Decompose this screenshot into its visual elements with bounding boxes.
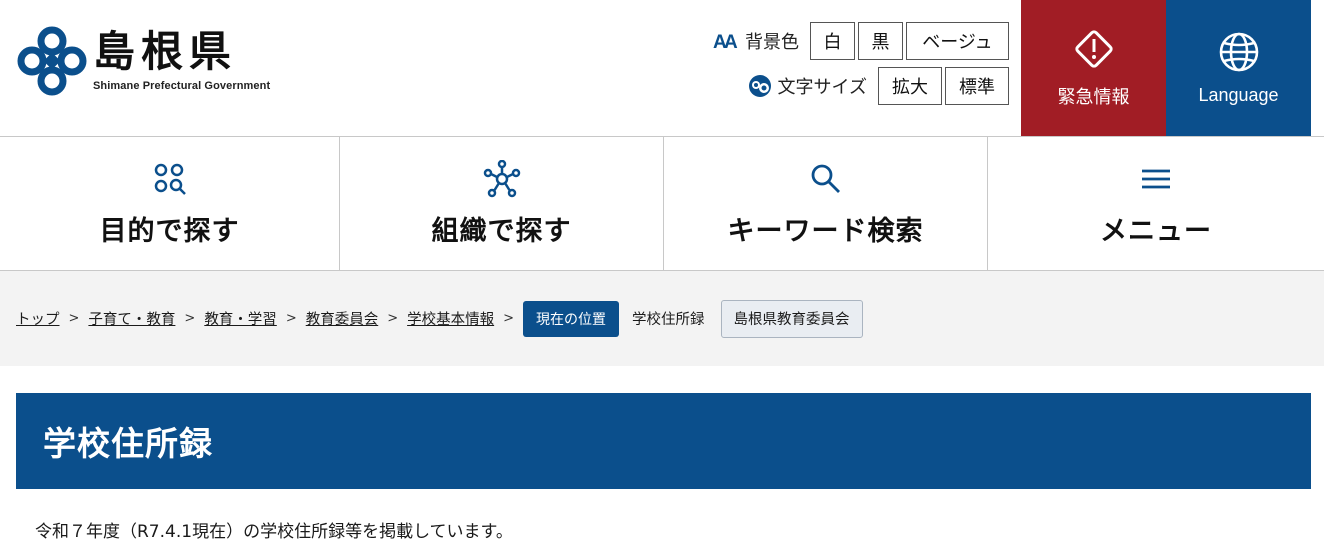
bg-white-button[interactable]: 白 (810, 22, 855, 60)
current-position-badge: 現在の位置 (523, 300, 620, 337)
breadcrumb-link-board-of-education[interactable]: 教育委員会 (306, 308, 379, 329)
font-size-icon (748, 74, 772, 98)
language-button[interactable]: Language (1166, 0, 1311, 136)
font-aa-icon: A A (713, 31, 739, 51)
hamburger-menu-icon (1142, 169, 1170, 189)
site-logo[interactable]: 島根県 Shimane Prefectural Government (15, 24, 285, 104)
globe-icon (1219, 32, 1258, 71)
site-header: 島根県 Shimane Prefectural Government A A 背… (0, 0, 1324, 137)
department-button[interactable]: 島根県教育委員会 (720, 299, 863, 338)
shimane-emblem-icon (17, 26, 87, 96)
intro-text: 令和７年度（R7.4.1現在）の学校住所録等を掲載しています。 (35, 522, 513, 542)
font-standard-button[interactable]: 標準 (945, 67, 1009, 105)
breadcrumb-separator: > (184, 311, 196, 326)
svg-text:A: A (724, 32, 738, 51)
global-navigation: 目的で探す 組織で探す キーワード検索 メニュー (0, 137, 1324, 271)
breadcrumb-separator: > (68, 311, 80, 326)
background-color-row: A A 背景色 白 黒 ベージュ (709, 22, 1009, 60)
breadcrumb-current: 学校住所録 (632, 312, 705, 328)
nav-keyword-search[interactable]: キーワード検索 (664, 137, 988, 270)
breadcrumb-separator: > (503, 311, 515, 326)
search-by-purpose-icon (154, 163, 186, 195)
language-label: Language (1198, 84, 1279, 105)
breadcrumb-separator: > (387, 311, 399, 326)
emergency-info-button[interactable]: 緊急情報 (1021, 0, 1166, 136)
font-size-row: 文字サイズ 拡大 標準 (709, 67, 1009, 105)
background-color-label: 背景色 (745, 32, 799, 53)
nav-search-by-purpose[interactable]: 目的で探す (0, 137, 340, 270)
logo-japanese-text: 島根県 (93, 27, 238, 76)
font-enlarge-button[interactable]: 拡大 (878, 67, 942, 105)
font-size-label: 文字サイズ (777, 77, 867, 98)
page-title: 学校住所録 (16, 393, 1311, 489)
nav-menu[interactable]: メニュー (988, 137, 1324, 270)
breadcrumb-link-childcare-education[interactable]: 子育て・教育 (88, 308, 175, 329)
nav-search-by-organization[interactable]: 組織で探す (340, 137, 664, 270)
accessibility-tools: A A 背景色 白 黒 ベージュ 文字サイズ 拡大 標準 (709, 22, 1009, 112)
breadcrumb-link-school-basic-info[interactable]: 学校基本情報 (407, 308, 494, 329)
emergency-info-label: 緊急情報 (1057, 87, 1130, 108)
breadcrumb-link-top[interactable]: トップ (16, 308, 60, 329)
bg-black-button[interactable]: 黒 (858, 22, 903, 60)
breadcrumb: トップ > 子育て・教育 > 教育・学習 > 教育委員会 > 学校基本情報 > … (0, 271, 1324, 366)
nav-menu-label: メニュー (1100, 216, 1212, 247)
warning-diamond-icon (1074, 30, 1113, 68)
nav-search-by-organization-label: 組織で探す (431, 216, 572, 247)
bg-beige-button[interactable]: ベージュ (906, 22, 1009, 60)
nav-search-by-purpose-label: 目的で探す (99, 216, 240, 247)
breadcrumb-link-education-learning[interactable]: 教育・学習 (204, 308, 277, 329)
organization-network-icon (483, 160, 520, 198)
nav-keyword-search-label: キーワード検索 (727, 216, 924, 247)
logo-english-text: Shimane Prefectural Government (93, 80, 271, 92)
magnifier-icon (811, 164, 840, 193)
breadcrumb-separator: > (285, 311, 297, 326)
